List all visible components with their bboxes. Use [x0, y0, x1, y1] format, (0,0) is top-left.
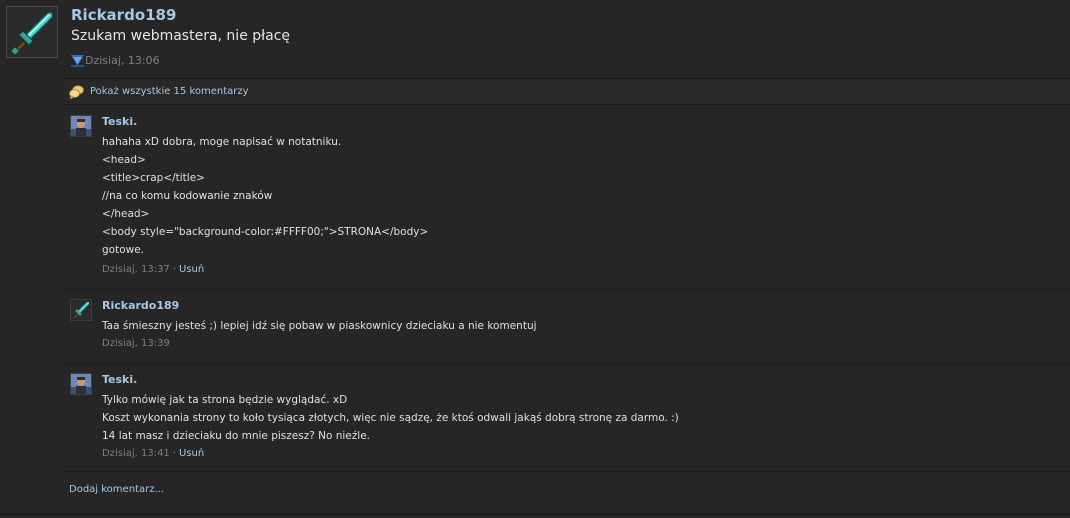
- diamond-sword-icon[interactable]: [6, 6, 58, 58]
- post-meta: Dzisiaj, 13:06: [71, 52, 160, 68]
- comment-line: gotowe.: [102, 244, 145, 256]
- user-avatar-teski[interactable]: [70, 115, 92, 137]
- post-author-link[interactable]: Rickardo189: [71, 6, 176, 24]
- user-avatar-rickardo189[interactable]: [70, 299, 92, 321]
- comment-author-link[interactable]: Teski.: [102, 373, 137, 386]
- comment-line: Taa śmieszny jesteś ;) lepiej idź się po…: [102, 320, 537, 332]
- comment-line: <title>crap</title>: [102, 172, 205, 184]
- status-source-icon: [71, 54, 84, 67]
- comment-item: Teski. Tylko mówię jak ta strona będzie …: [63, 364, 1070, 472]
- delete-comment-link[interactable]: Usuń: [179, 264, 204, 275]
- add-comment-link[interactable]: Dodaj komentarz...: [69, 484, 164, 495]
- comment-line: hahaha xD dobra, moge napisać w notatnik…: [102, 136, 342, 148]
- status-post: Rickardo189 Szukam webmastera, nie płacę…: [0, 0, 1070, 518]
- comment-author-link[interactable]: Rickardo189: [102, 299, 179, 312]
- post-time: Dzisiaj, 13:06: [85, 53, 160, 67]
- user-avatar-teski[interactable]: [70, 373, 92, 395]
- show-all-comments-bar: Pokaż wszystkie 15 komentarzy: [63, 78, 1070, 105]
- comment-line: </head>: [102, 208, 150, 220]
- show-all-comments-link[interactable]: Pokaż wszystkie 15 komentarzy: [90, 86, 249, 97]
- comment-line: Tylko mówię jak ta strona będzie wygląda…: [102, 394, 348, 406]
- comment-line: 14 lat masz i dzieciaku do mnie piszesz?…: [102, 430, 370, 442]
- comment-item: Rickardo189 Taa śmieszny jesteś ;) lepie…: [63, 290, 1070, 364]
- comment-text: Taa śmieszny jesteś ;) lepiej idź się po…: [102, 317, 537, 335]
- comment-line: //na co komu kodowanie znaków: [102, 190, 273, 202]
- divider: [0, 514, 1070, 515]
- comment-text: hahaha xD dobra, moge napisać w notatnik…: [102, 133, 428, 259]
- comment-text: Tylko mówię jak ta strona będzie wygląda…: [102, 391, 679, 445]
- comment-meta: Dzisiaj, 13:37 · Usuń: [102, 263, 204, 276]
- comment-line: <head>: [102, 154, 146, 166]
- comment-author-link[interactable]: Teski.: [102, 115, 137, 128]
- comment-time: Dzisiaj, 13:37: [102, 264, 170, 275]
- comment-time: Dzisiaj, 13:39: [102, 338, 170, 349]
- meta-separator: ·: [172, 264, 176, 275]
- comment-item: Teski. hahaha xD dobra, moge napisać w n…: [63, 106, 1070, 290]
- comment-meta: Dzisiaj, 13:39: [102, 337, 170, 350]
- comment-meta: Dzisiaj, 13:41 · Usuń: [102, 447, 204, 460]
- comment-time: Dzisiaj, 13:41: [102, 448, 170, 459]
- comment-line: <body style="background-color:#FFFF00;">…: [102, 226, 429, 238]
- comments-icon: [69, 84, 84, 99]
- post-text: Szukam webmastera, nie płacę: [71, 28, 291, 44]
- comment-line: Koszt wykonania strony to koło tysiąca z…: [102, 412, 679, 424]
- delete-comment-link[interactable]: Usuń: [179, 448, 204, 459]
- meta-separator: ·: [172, 448, 176, 459]
